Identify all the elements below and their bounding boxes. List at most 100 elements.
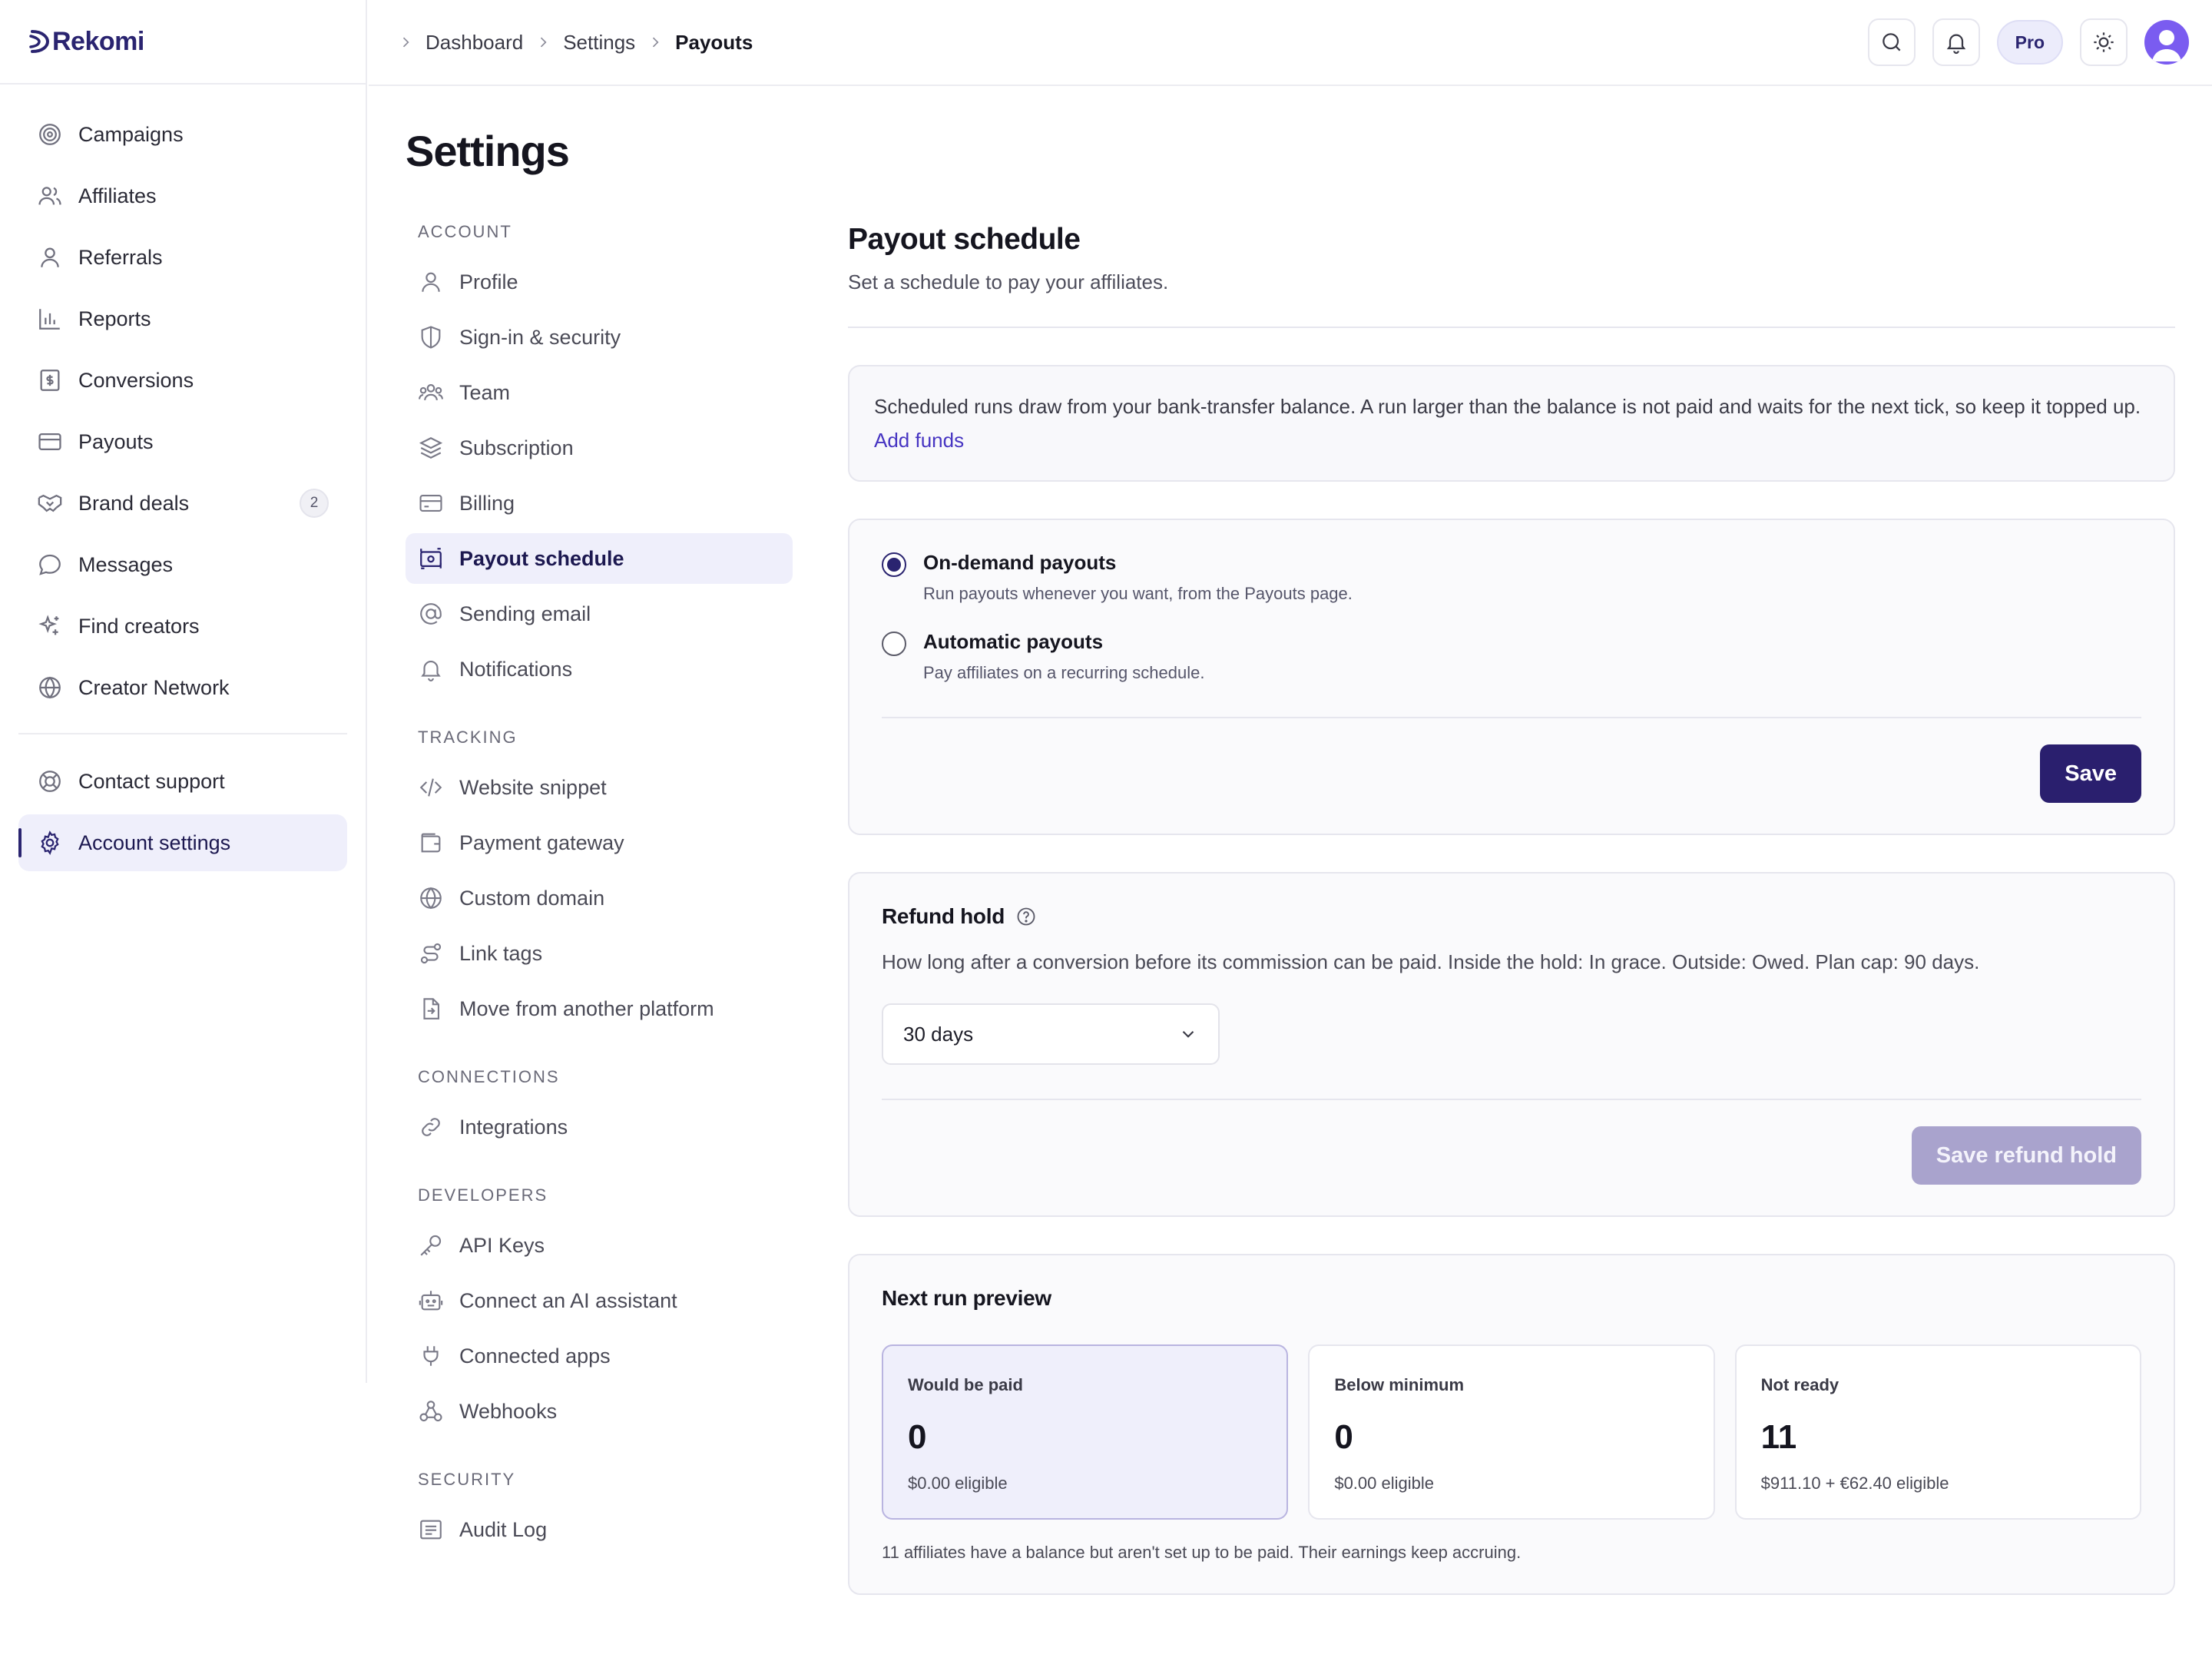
settings-item-label: Payout schedule bbox=[459, 546, 624, 570]
settings-item-sign-in-security[interactable]: Sign-in & security bbox=[406, 312, 793, 363]
sidebar-item-label: Reports bbox=[78, 307, 151, 330]
user-avatar-icon bbox=[2152, 30, 2181, 61]
chevron-right-icon bbox=[402, 37, 409, 48]
settings-group-connections: CONNECTIONS bbox=[418, 1067, 560, 1086]
settings-item-billing[interactable]: Billing bbox=[406, 478, 793, 529]
top-actions: Pro bbox=[1867, 18, 2189, 66]
search-icon bbox=[1882, 33, 1901, 51]
settings-item-label: Custom domain bbox=[459, 886, 605, 910]
sidebar-item-account-settings[interactable]: Account settings bbox=[18, 814, 347, 871]
settings-item-label: Sign-in & security bbox=[459, 325, 621, 349]
layers-icon bbox=[419, 437, 443, 459]
section-title: Payout schedule bbox=[848, 223, 1081, 256]
credit-card-icon bbox=[419, 495, 442, 512]
refund-hold-select[interactable]: 30 days bbox=[882, 1003, 1220, 1065]
settings-item-api-keys[interactable]: API Keys bbox=[406, 1220, 793, 1271]
settings-item-custom-domain[interactable]: Custom domain bbox=[406, 873, 793, 923]
avatar[interactable] bbox=[2144, 20, 2189, 65]
settings-item-subscription[interactable]: Subscription bbox=[406, 423, 793, 473]
logo-mark-icon bbox=[29, 30, 50, 53]
settings-item-link-tags[interactable]: Link tags bbox=[406, 928, 793, 979]
stat-label: Below minimum bbox=[1334, 1375, 1465, 1394]
save-refund-hold-button[interactable]: Save refund hold bbox=[1911, 1126, 2141, 1185]
on-demand-radio[interactable] bbox=[882, 552, 906, 577]
settings-item-sending-email[interactable]: Sending email bbox=[406, 588, 793, 639]
schedule-card: On-demand payouts Run payouts whenever y… bbox=[848, 519, 2175, 835]
help-circle-icon[interactable] bbox=[1015, 906, 1037, 927]
handshake-icon bbox=[38, 494, 62, 512]
sidebar-item-payouts[interactable]: Payouts bbox=[18, 413, 347, 470]
on-demand-option[interactable]: On-demand payouts Run payouts whenever y… bbox=[882, 551, 2141, 604]
settings-item-move-platform[interactable]: Move from another platform bbox=[406, 983, 793, 1034]
settings-item-team[interactable]: Team bbox=[406, 367, 793, 418]
users-icon bbox=[38, 187, 61, 205]
sidebar-item-conversions[interactable]: Conversions bbox=[18, 352, 347, 409]
receipt-icon bbox=[40, 370, 60, 391]
chevron-down-icon bbox=[1182, 1030, 1194, 1038]
brand-logo[interactable]: Rekomi bbox=[0, 0, 366, 85]
settings-item-label: Move from another platform bbox=[459, 996, 714, 1020]
sidebar-item-label: Affiliates bbox=[78, 184, 157, 207]
settings-item-notifications[interactable]: Notifications bbox=[406, 644, 793, 695]
sidebar-item-messages[interactable]: Messages bbox=[18, 536, 347, 593]
breadcrumb-settings[interactable]: Settings bbox=[563, 31, 635, 55]
sidebar-item-referrals[interactable]: Referrals bbox=[18, 229, 347, 286]
notice-text: Scheduled runs draw from your bank-trans… bbox=[874, 395, 2141, 418]
settings-item-profile[interactable]: Profile bbox=[406, 257, 793, 307]
settings-item-website-snippet[interactable]: Website snippet bbox=[406, 762, 793, 813]
stat-label: Not ready bbox=[1760, 1375, 1839, 1394]
bar-chart-icon bbox=[39, 309, 60, 330]
settings-group-tracking: TRACKING bbox=[418, 728, 518, 747]
user-icon bbox=[41, 247, 59, 267]
sidebar-item-label: Brand deals bbox=[78, 491, 190, 515]
credit-card-icon bbox=[38, 433, 61, 451]
section-subtitle: Set a schedule to pay your affiliates. bbox=[848, 270, 1169, 293]
sidebar-item-affiliates[interactable]: Affiliates bbox=[18, 167, 347, 224]
preview-stats: Would be paid 0 $0.00 eligible Below min… bbox=[882, 1344, 2141, 1520]
sidebar-item-reports[interactable]: Reports bbox=[18, 290, 347, 347]
automatic-radio[interactable] bbox=[882, 632, 906, 656]
user-icon bbox=[422, 272, 440, 292]
sidebar-item-label: Creator Network bbox=[78, 675, 230, 699]
settings-item-label: Link tags bbox=[459, 941, 543, 965]
settings-item-connected-apps[interactable]: Connected apps bbox=[406, 1331, 793, 1381]
sidebar-item-campaigns[interactable]: Campaigns bbox=[18, 106, 347, 163]
bell-icon bbox=[421, 661, 441, 681]
chevron-right-icon bbox=[541, 37, 547, 48]
settings-item-audit-log[interactable]: Audit Log bbox=[406, 1504, 793, 1555]
settings-item-payment-gateway[interactable]: Payment gateway bbox=[406, 817, 793, 868]
link-icon bbox=[422, 1118, 440, 1136]
option-title: Automatic payouts bbox=[923, 630, 1104, 653]
notifications-button[interactable] bbox=[1932, 18, 1980, 66]
balance-notice: Scheduled runs draw from your bank-trans… bbox=[848, 365, 2175, 482]
settings-nav: ACCOUNT Profile Sign-in & security Team … bbox=[406, 217, 793, 1560]
settings-item-label: Sending email bbox=[459, 602, 591, 625]
settings-item-label: Audit Log bbox=[459, 1517, 548, 1541]
automatic-option[interactable]: Automatic payouts Pay affiliates on a re… bbox=[882, 630, 2141, 683]
settings-item-webhooks[interactable]: Webhooks bbox=[406, 1386, 793, 1437]
settings-item-label: Webhooks bbox=[459, 1399, 558, 1423]
sidebar-item-contact-support[interactable]: Contact support bbox=[18, 753, 347, 810]
settings-item-label: Payment gateway bbox=[459, 830, 624, 854]
list-icon bbox=[420, 1520, 442, 1540]
app-sidebar: Rekomi Campaigns Affiliates Referrals Re… bbox=[0, 0, 367, 1383]
preview-title: Next run preview bbox=[882, 1286, 1051, 1310]
settings-item-label: Connect an AI assistant bbox=[459, 1288, 677, 1312]
settings-item-label: Subscription bbox=[459, 436, 574, 459]
save-button[interactable]: Save bbox=[2040, 744, 2141, 803]
plan-badge[interactable]: Pro bbox=[1996, 20, 2063, 65]
settings-item-payout-schedule[interactable]: Payout schedule bbox=[406, 533, 793, 584]
add-funds-link[interactable]: Add funds bbox=[874, 429, 964, 452]
theme-toggle-button[interactable] bbox=[2080, 18, 2128, 66]
shield-icon bbox=[421, 326, 441, 349]
settings-item-integrations[interactable]: Integrations bbox=[406, 1102, 793, 1152]
sidebar-item-brand-deals[interactable]: Brand deals 2 bbox=[18, 475, 347, 532]
sidebar-item-creator-network[interactable]: Creator Network bbox=[18, 659, 347, 716]
refund-hold-title: Refund hold bbox=[882, 904, 1005, 928]
sidebar-item-find-creators[interactable]: Find creators bbox=[18, 598, 347, 655]
breadcrumb-dashboard[interactable]: Dashboard bbox=[426, 31, 523, 55]
file-import-icon bbox=[423, 998, 439, 1019]
search-button[interactable] bbox=[1867, 18, 1916, 66]
key-icon bbox=[420, 1235, 442, 1256]
settings-item-ai-assistant[interactable]: Connect an AI assistant bbox=[406, 1275, 793, 1326]
